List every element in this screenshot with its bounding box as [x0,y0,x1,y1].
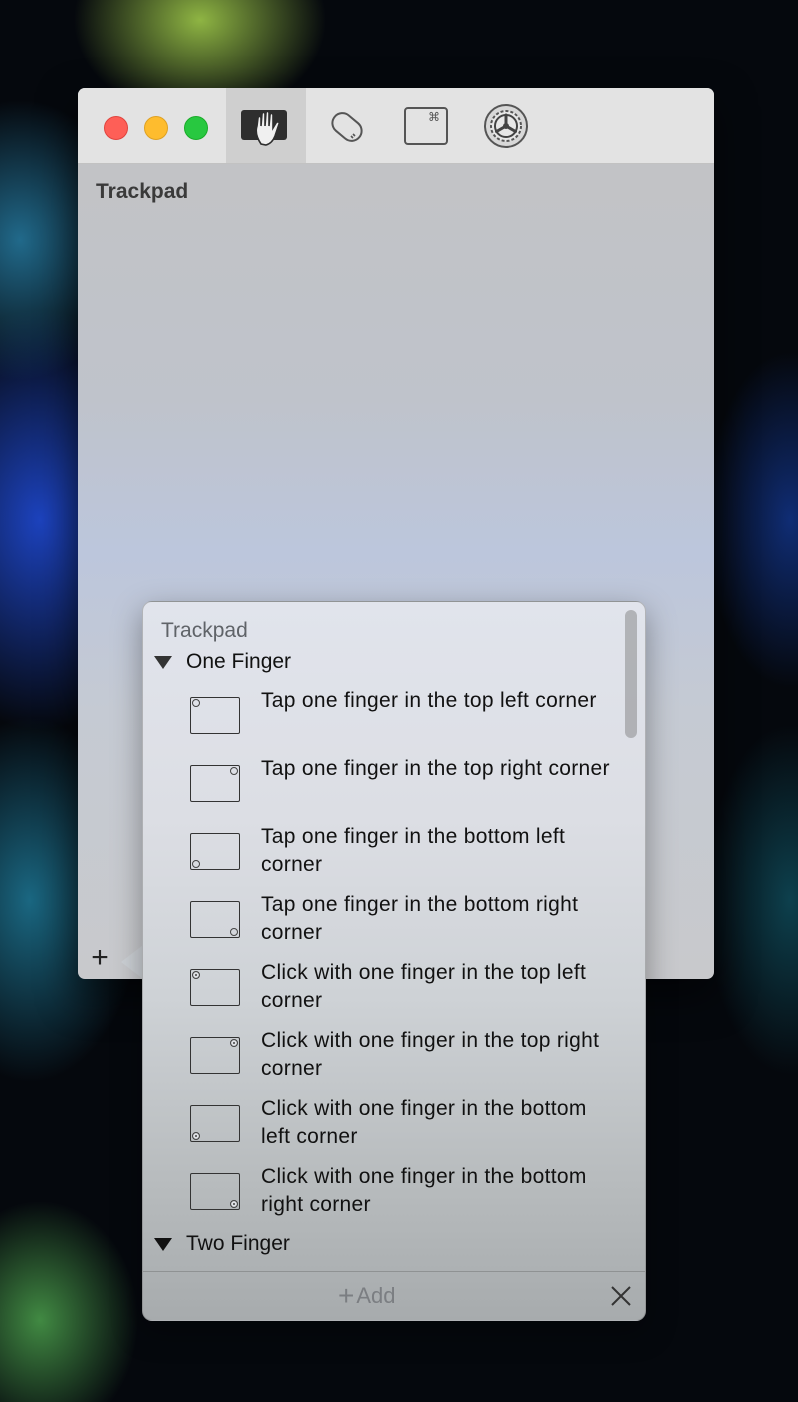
scrollbar[interactable] [625,610,637,738]
corner-dot-icon [230,1039,238,1047]
hand-trackpad-icon [241,109,287,146]
disclosure-triangle-icon[interactable] [154,655,172,669]
group-one-finger[interactable]: One Finger [153,650,291,674]
item-label: Tap one finger in the bottom left corner [261,825,566,876]
group-label: One Finger [186,650,292,673]
close-window-button[interactable] [104,116,128,140]
zoom-window-button[interactable] [184,116,208,140]
minimize-window-button[interactable] [144,116,168,140]
list-item[interactable]: Click with one finger in the top right c… [190,1027,610,1091]
command-key-icon: ⌘ [404,106,448,145]
trackpad-icon [190,1105,240,1142]
list-item[interactable]: Tap one finger in the top right corner [190,755,610,819]
corner-dot-icon [230,1200,238,1208]
trackpad-icon [190,765,240,802]
trackpad-icon [190,1173,240,1210]
gear-icon [484,103,528,148]
add-gesture-button[interactable]: + [87,943,113,973]
popover-header: Trackpad [161,619,248,642]
list-item[interactable]: Click with one finger in the bottom left… [190,1095,610,1159]
add-label: Add [356,1283,396,1308]
trackpad-icon [190,1037,240,1074]
close-icon[interactable] [609,1284,633,1308]
corner-dot-icon [192,971,200,979]
item-label: Tap one finger in the bottom right corne… [261,893,579,944]
group-two-finger[interactable]: Two Finger [153,1232,290,1256]
corner-dot-icon [192,860,200,868]
list-item[interactable]: Tap one finger in the top left corner [190,687,610,751]
corner-dot-icon [230,928,238,936]
gesture-picker-popover: Trackpad One Finger Tap one finger in th… [142,601,646,1321]
toolbar: ⌘ [78,88,714,164]
item-label: Click with one finger in the bottom righ… [261,1165,587,1216]
trackpad-icon [190,969,240,1006]
corner-dot-icon [192,1132,200,1140]
popover-footer: + Add [143,1271,645,1320]
mouse-icon [331,111,363,142]
page-title: Trackpad [96,180,189,203]
add-button[interactable]: + Add [338,1280,396,1311]
tab-trackpad[interactable] [226,88,306,163]
item-label: Tap one finger in the top right corner [261,757,610,780]
list-item[interactable]: Click with one finger in the top left co… [190,959,610,1023]
corner-dot-icon [230,767,238,775]
tab-keyboard[interactable]: ⌘ [386,88,466,163]
group-label: Two Finger [186,1232,290,1255]
tab-mouse[interactable] [306,88,386,163]
tab-general[interactable] [466,88,546,163]
svg-text:⌘: ⌘ [428,110,440,124]
item-label: Click with one finger in the top left co… [261,961,587,1012]
list-item[interactable]: Tap one finger in the bottom right corne… [190,891,610,955]
trackpad-icon [190,901,240,938]
item-label: Tap one finger in the top left corner [261,689,597,712]
disclosure-triangle-icon[interactable] [154,1237,172,1251]
popover-arrow [121,945,143,979]
trackpad-icon [190,833,240,870]
corner-dot-icon [192,699,200,707]
trackpad-icon [190,697,240,734]
list-item[interactable]: Tap one finger in the bottom left corner [190,823,610,887]
plus-icon: + [338,1280,355,1311]
item-label: Click with one finger in the bottom left… [261,1097,587,1148]
list-item[interactable]: Click with one finger in the bottom righ… [190,1163,610,1227]
item-label: Click with one finger in the top right c… [261,1029,600,1080]
